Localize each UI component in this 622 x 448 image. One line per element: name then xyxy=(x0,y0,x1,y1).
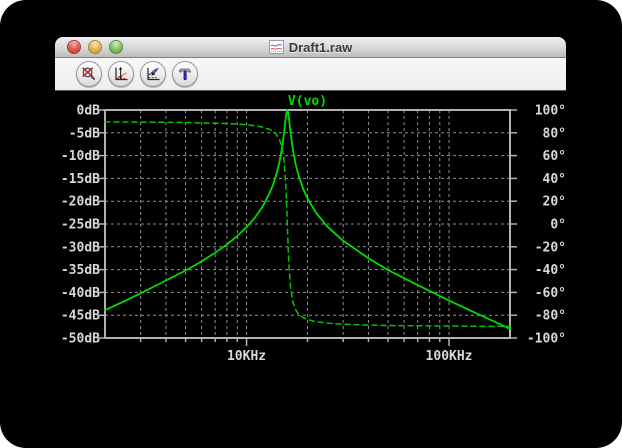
titlebar[interactable]: Draft1.raw xyxy=(55,37,566,58)
zoom-back-icon xyxy=(81,66,97,82)
control-panel-icon xyxy=(177,66,193,82)
plot-settings-button[interactable] xyxy=(140,61,166,87)
minimize-button[interactable] xyxy=(88,40,102,54)
close-button[interactable] xyxy=(67,40,81,54)
autorange-y-icon xyxy=(113,66,129,82)
zoom-back-button[interactable] xyxy=(76,61,102,87)
zoom-button[interactable] xyxy=(109,40,123,54)
ltspice-window: Draft1.raw xyxy=(55,37,566,420)
autorange-y-button[interactable] xyxy=(108,61,134,87)
document-icon xyxy=(269,40,284,54)
title-group: Draft1.raw xyxy=(269,40,353,55)
toolbar xyxy=(55,58,566,91)
traffic-lights xyxy=(67,37,123,57)
control-panel-button[interactable] xyxy=(172,61,198,87)
screen-background: 0dB-5dB-10dB-15dB-20dB-25dB-30dB-35dB-40… xyxy=(0,0,622,448)
window-title: Draft1.raw xyxy=(289,40,353,55)
plot-settings-icon xyxy=(145,66,161,82)
